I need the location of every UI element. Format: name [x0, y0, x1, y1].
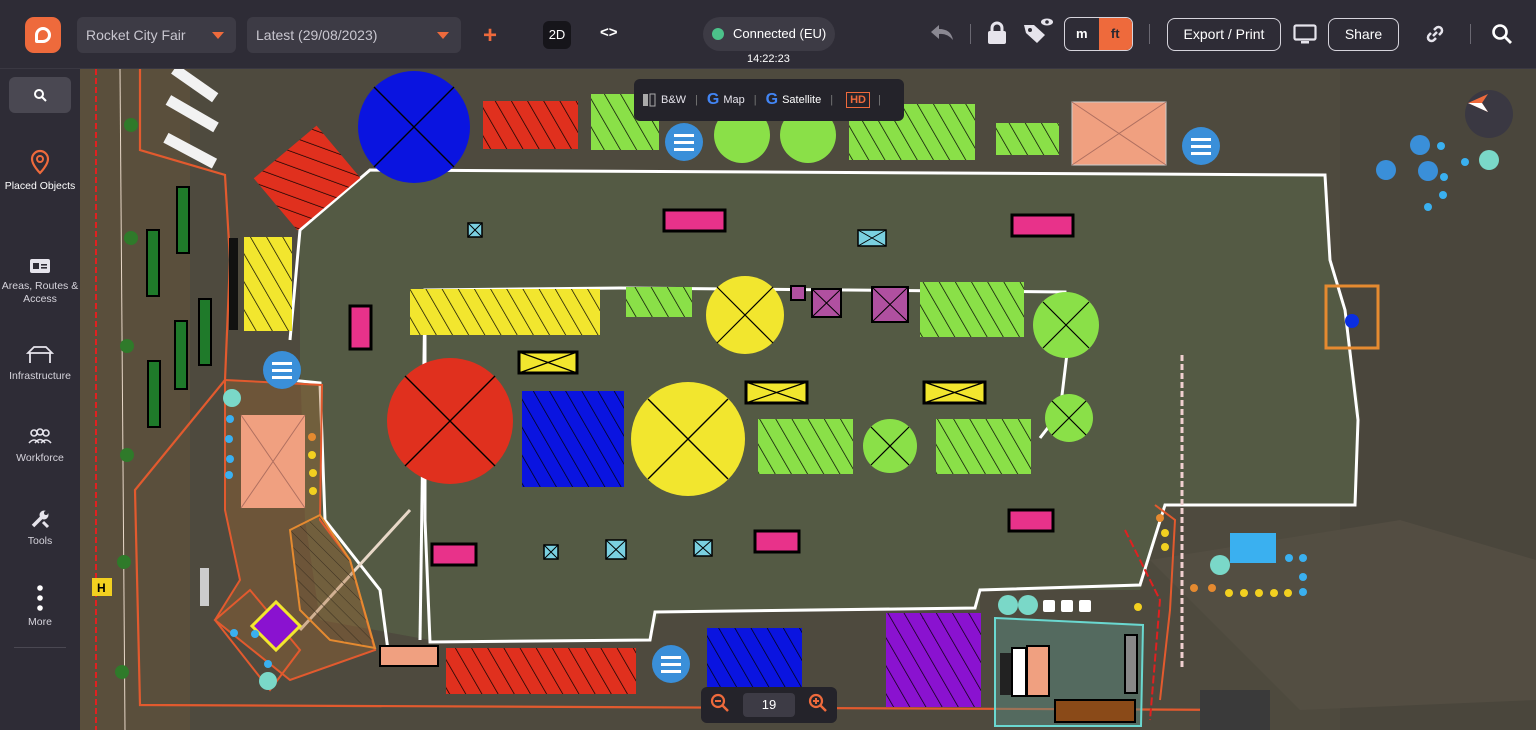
compass-button[interactable] [1465, 90, 1513, 138]
version-name: Latest (29/08/2023) [256, 27, 378, 43]
sidebar-item-placed-objects[interactable]: Placed Objects [0, 149, 80, 193]
top-bar: Rocket City Fair Latest (29/08/2023) + 2… [0, 0, 1536, 69]
layer-bw-option[interactable]: B&W [642, 93, 686, 107]
map-layer-bar: B&W | G Map | G Satellite | HD | [634, 79, 904, 121]
wrench-icon [0, 508, 80, 531]
zoom-out-icon [710, 693, 729, 712]
compass-icon [1468, 94, 1488, 112]
map-canvas[interactable]: H [80, 69, 1536, 730]
more-vertical-icon [0, 585, 80, 612]
sidebar-search-button[interactable] [9, 77, 71, 113]
zoom-in-icon [808, 693, 827, 712]
map-pin-icon [0, 149, 80, 176]
divider [14, 647, 66, 648]
add-button[interactable]: + [483, 22, 497, 50]
sidebar-item-label: Workforce [16, 452, 64, 464]
hd-toggle[interactable]: HD [846, 92, 870, 108]
tent-icon [0, 345, 80, 366]
sidebar-item-more[interactable]: More [0, 585, 80, 629]
layer-map-option[interactable]: G Map [707, 91, 745, 109]
unit-toggle[interactable]: m ft [1064, 17, 1133, 51]
connection-status: Connected (EU) [703, 17, 835, 51]
divider [970, 24, 971, 44]
sidebar-item-label: Infrastructure [9, 370, 71, 382]
divider [1470, 24, 1471, 44]
people-icon [0, 427, 80, 448]
sidebar-item-infrastructure[interactable]: Infrastructure [0, 345, 80, 383]
sidebar-item-tools[interactable]: Tools [0, 508, 80, 548]
zoom-in-button[interactable] [808, 693, 828, 718]
zoom-out-button[interactable] [710, 693, 730, 718]
sidebar-item-label: More [28, 616, 52, 628]
monitor-icon[interactable] [1292, 24, 1318, 52]
sidebar-item-label: Tools [27, 535, 53, 547]
google-icon: G [765, 91, 779, 108]
project-dropdown[interactable]: Rocket City Fair [77, 17, 236, 53]
clock: 14:22:23 [747, 53, 790, 65]
export-print-button[interactable]: Export / Print [1167, 18, 1281, 51]
code-button[interactable]: <> [600, 24, 618, 41]
sidebar-item-label: Areas, Routes & Access [1, 280, 79, 305]
svg-text:H: H [97, 581, 106, 595]
search-icon[interactable] [1490, 23, 1514, 51]
search-icon [34, 89, 47, 102]
tag-visibility-icon[interactable] [1021, 17, 1057, 51]
left-sidebar: Placed Objects Areas, Routes & Access In… [0, 69, 80, 730]
google-icon: G [706, 91, 720, 108]
layer-satellite-option[interactable]: G Satellite [766, 91, 822, 109]
id-card-icon [0, 255, 80, 276]
connection-label: Connected (EU) [733, 26, 827, 41]
version-dropdown[interactable]: Latest (29/08/2023) [247, 17, 461, 53]
unit-m-button[interactable]: m [1065, 18, 1099, 50]
lock-icon[interactable] [985, 21, 1009, 51]
chevron-down-icon [212, 32, 224, 39]
zoom-control: 19 [701, 687, 837, 723]
site-map[interactable]: H [80, 69, 1536, 730]
chevron-down-icon [437, 32, 449, 39]
view-mode-button[interactable]: 2D [543, 21, 571, 49]
project-name: Rocket City Fair [86, 27, 186, 43]
zoom-level[interactable]: 19 [743, 693, 795, 717]
sidebar-item-label: Placed Objects [4, 180, 76, 192]
bw-map-icon [643, 93, 656, 107]
sidebar-item-areas-routes[interactable]: Areas, Routes & Access [0, 255, 80, 306]
divider [1149, 24, 1150, 44]
status-dot [712, 28, 724, 40]
app-logo[interactable] [25, 17, 61, 53]
undo-icon[interactable] [928, 22, 956, 50]
unit-ft-button[interactable]: ft [1098, 18, 1132, 50]
link-icon[interactable] [1424, 24, 1446, 50]
share-button[interactable]: Share [1328, 18, 1399, 51]
sidebar-item-workforce[interactable]: Workforce [0, 427, 80, 465]
